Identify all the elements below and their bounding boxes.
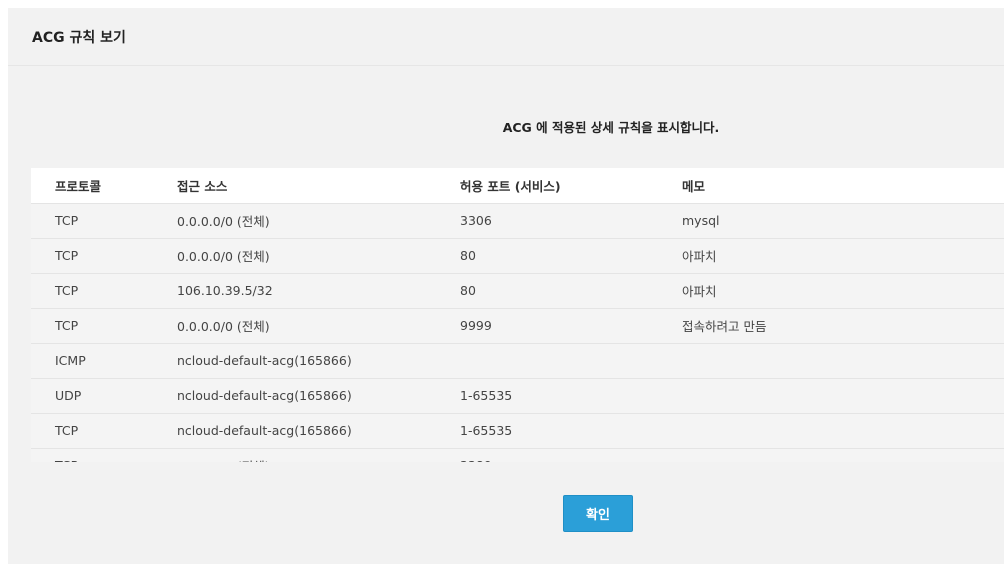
modal-description: ACG 에 적용된 상세 규칙을 표시합니다.: [502, 120, 720, 135]
cell-source: 0.0.0.0/0 (전체): [177, 249, 270, 264]
cell-memo: 접속하려고 만듬: [682, 319, 767, 334]
table-row: TCP 106.10.39.5/32 80 아파치: [31, 273, 1004, 308]
cell-port: 9999: [460, 318, 492, 333]
modal-footer: 확인: [8, 463, 1004, 564]
cell-port: 1-65535: [460, 423, 513, 438]
cell-memo: 아파치: [682, 249, 717, 264]
cell-protocol: TCP: [55, 213, 79, 228]
cell-protocol: TCP: [55, 283, 79, 298]
cell-protocol: UDP: [55, 388, 82, 403]
rules-table-body: TCP 0.0.0.0/0 (전체) 3306 mysql TCP 0.0.0.…: [31, 203, 1004, 462]
cell-source: 0.0.0.0/0 (전체): [177, 448, 460, 462]
header-memo: 메모: [682, 178, 706, 194]
cell-source: 0.0.0.0/0 (전체): [177, 214, 270, 229]
cell-memo: [682, 378, 1004, 413]
header-source: 접근 소스: [177, 178, 228, 194]
table-row: TCP 0.0.0.0/0 (전체) 80 아파치: [31, 238, 1004, 273]
cell-source: 0.0.0.0/0 (전체): [177, 319, 270, 334]
table-row: TCP 0.0.0.0/0 (전체) 3306 mysql: [31, 203, 1004, 238]
cell-source: ncloud-default-acg(165866): [177, 353, 352, 368]
table-row: TCP 0.0.0.0/0 (전체) 9999 접속하려고 만듬: [31, 308, 1004, 343]
table-row: TCP 0.0.0.0/0 (전체) 3389: [31, 448, 1004, 462]
cell-port: 80: [460, 283, 476, 298]
cell-protocol: TCP: [55, 248, 79, 263]
cell-memo: [682, 343, 1004, 378]
rules-table-scroll-area[interactable]: 프로토콜 접근 소스 허용 포트 (서비스) 메모 TCP 0.0.0.0/0 …: [31, 168, 1004, 462]
cell-port: 3306: [460, 213, 492, 228]
table-row: ICMP ncloud-default-acg(165866): [31, 343, 1004, 378]
cell-protocol: TCP: [55, 423, 79, 438]
table-header-row: 프로토콜 접근 소스 허용 포트 (서비스) 메모: [31, 168, 1004, 203]
cell-source: ncloud-default-acg(165866): [177, 388, 352, 403]
cell-port: 3389: [460, 448, 682, 462]
header-protocol: 프로토콜: [55, 178, 102, 194]
acg-rules-modal: ACG 규칙 보기 ACG 에 적용된 상세 규칙을 표시합니다. 프로토콜 접…: [8, 8, 1004, 564]
table-row: TCP ncloud-default-acg(165866) 1-65535: [31, 413, 1004, 448]
header-port: 허용 포트 (서비스): [460, 178, 561, 194]
cell-source: ncloud-default-acg(165866): [177, 423, 352, 438]
cell-port: 1-65535: [460, 388, 513, 403]
cell-protocol: ICMP: [55, 353, 86, 368]
confirm-button[interactable]: 확인: [563, 495, 633, 532]
cell-protocol: TCP: [31, 448, 177, 462]
cell-port: [460, 343, 682, 378]
cell-memo: [682, 448, 1004, 462]
cell-protocol: TCP: [55, 318, 79, 333]
modal-header: ACG 규칙 보기: [8, 8, 1004, 66]
cell-source: 106.10.39.5/32: [177, 283, 273, 298]
modal-title: ACG 규칙 보기: [32, 29, 126, 46]
rules-table: 프로토콜 접근 소스 허용 포트 (서비스) 메모 TCP 0.0.0.0/0 …: [31, 168, 1004, 462]
cell-memo: mysql: [682, 213, 720, 228]
table-row: UDP ncloud-default-acg(165866) 1-65535: [31, 378, 1004, 413]
cell-memo: [682, 413, 1004, 448]
cell-memo: 아파치: [682, 284, 717, 299]
cell-port: 80: [460, 248, 476, 263]
